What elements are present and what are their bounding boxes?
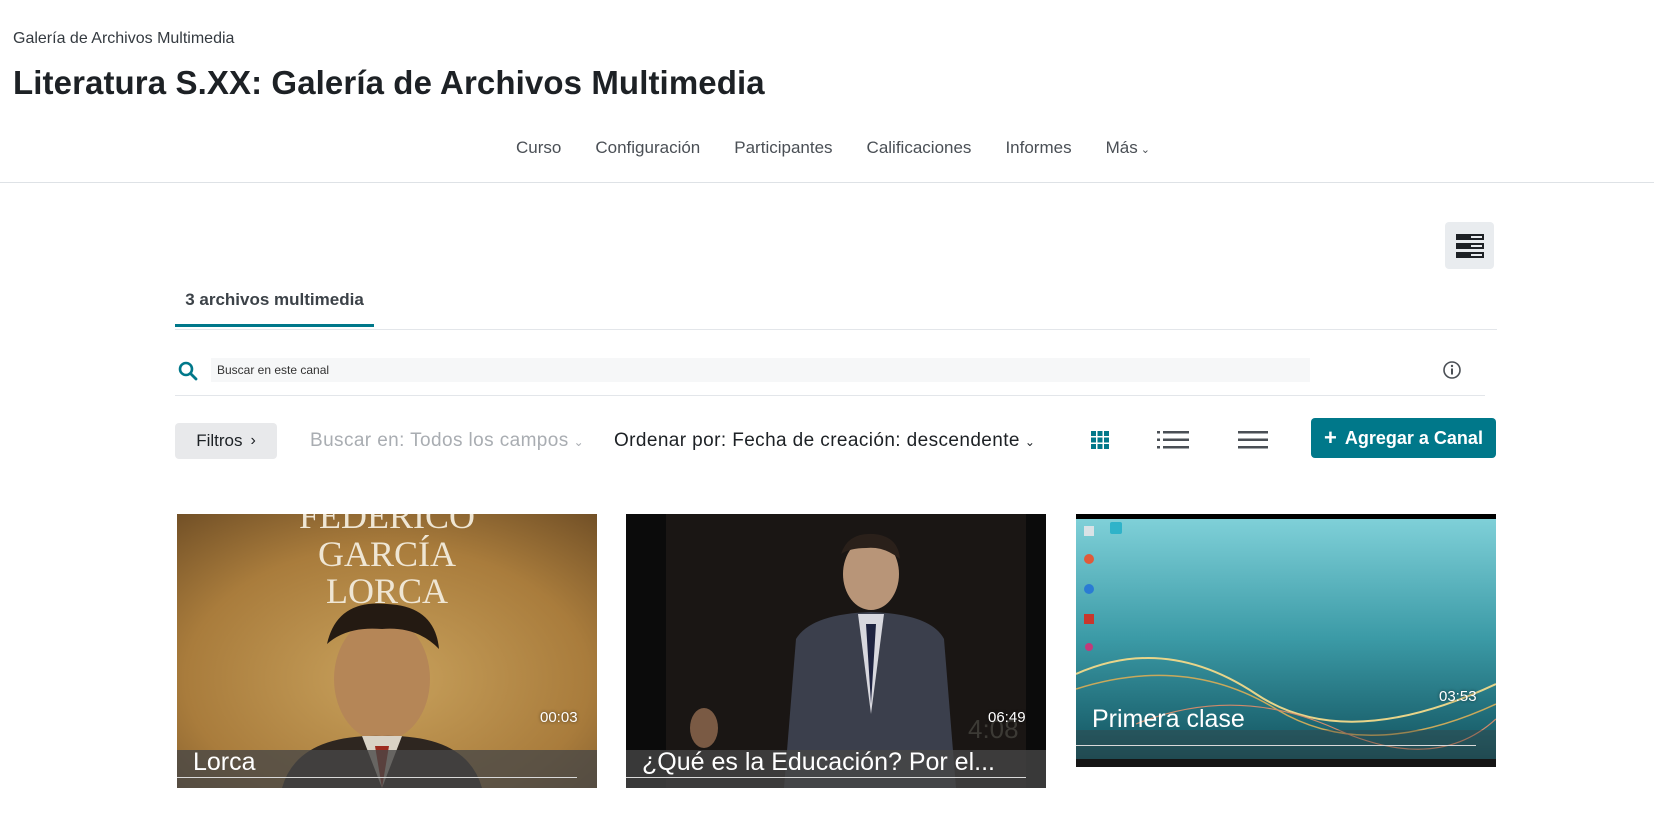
progress-rule [177, 777, 577, 778]
media-caption: Primera clase [1076, 705, 1496, 767]
progress-rule [1076, 745, 1476, 746]
video-thumbnail: FEDERICO GARCÍA LORCA [177, 514, 597, 788]
search-icon[interactable] [178, 361, 198, 386]
tab-bar: 3 archivos multimedia [175, 287, 1497, 330]
list-icon [1157, 431, 1189, 449]
nav-item-informes[interactable]: Informes [1005, 138, 1071, 158]
media-card[interactable]: 4:08 06:49 ¿Qué es la Educación? Por el.… [626, 514, 1046, 788]
video-thumbnail: 4:08 [626, 514, 1046, 788]
chevron-down-icon: ⌄ [573, 435, 585, 449]
search-in-label: Buscar en: Todos los campos [310, 430, 569, 451]
media-caption: ¿Qué es la Educación? Por el... [626, 748, 1046, 788]
detailed-list-view-button[interactable] [1153, 423, 1193, 457]
compact-list-view-button[interactable] [1233, 423, 1273, 457]
info-icon[interactable] [1442, 360, 1462, 385]
chevron-right-icon: › [250, 432, 256, 449]
channel-search [175, 356, 1485, 396]
media-title: ¿Qué es la Educación? Por el... [642, 748, 995, 776]
nav-item-calificaciones[interactable]: Calificaciones [867, 138, 972, 158]
block-drawer-toggle-button[interactable] [1445, 222, 1494, 269]
nav-item-mas-label: Más [1105, 138, 1138, 157]
thumb-text: FEDERICO [299, 514, 475, 536]
chevron-down-icon: ⌄ [1140, 144, 1150, 156]
nav-item-mas[interactable]: Más ⌄ [1106, 138, 1150, 158]
filters-label: Filtros [196, 431, 243, 450]
tab-media-count[interactable]: 3 archivos multimedia [175, 287, 374, 327]
grid-icon [1091, 431, 1109, 449]
media-card[interactable]: 03:53 Primera clase [1076, 514, 1496, 767]
duration-badge: 00:03 [540, 709, 578, 726]
lines-icon [1238, 431, 1268, 449]
media-card[interactable]: FEDERICO GARCÍA LORCA 00:03 Lorca [177, 514, 597, 788]
nav-item-curso[interactable]: Curso [516, 138, 561, 158]
plus-icon: + [1324, 425, 1337, 450]
media-title: Primera clase [1092, 705, 1245, 733]
add-to-channel-button[interactable]: + Agregar a Canal [1311, 418, 1496, 458]
breadcrumb[interactable]: Galería de Archivos Multimedia [13, 30, 234, 48]
grid-view-button[interactable] [1080, 423, 1120, 457]
sort-dropdown[interactable]: Ordenar por: Fecha de creación: descende… [614, 430, 1035, 452]
nav-item-participantes[interactable]: Participantes [734, 138, 832, 158]
thumb-text: GARCÍA [318, 534, 456, 574]
media-title: Lorca [193, 748, 256, 776]
nav-item-configuracion[interactable]: Configuración [595, 138, 700, 158]
filters-button[interactable]: Filtros › [175, 423, 277, 459]
search-in-dropdown[interactable]: Buscar en: Todos los campos ⌄ [310, 430, 584, 452]
media-caption: Lorca [177, 748, 597, 788]
chevron-down-icon: ⌄ [1024, 435, 1036, 449]
course-secondary-nav: Curso Configuración Participantes Califi… [0, 126, 1654, 183]
search-input[interactable] [211, 358, 1310, 382]
duration-badge: 03:53 [1439, 688, 1477, 705]
page-title: Literatura S.XX: Galería de Archivos Mul… [13, 64, 765, 101]
progress-rule [626, 777, 1026, 778]
duration-badge: 06:49 [988, 709, 1026, 726]
drawer-icon [1455, 233, 1484, 258]
sort-label: Ordenar por: Fecha de creación: descende… [614, 430, 1020, 451]
add-to-channel-label: Agregar a Canal [1344, 427, 1483, 448]
